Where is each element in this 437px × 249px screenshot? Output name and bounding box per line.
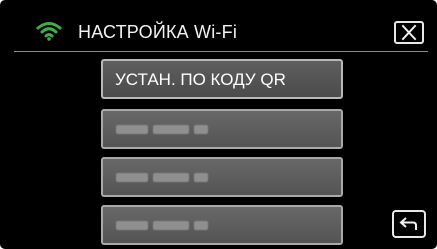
obscured-label [116, 125, 208, 134]
wifi-setup-screen: НАСТРОЙКА Wi-Fi УСТАН. ПО КОДУ QR [0, 0, 437, 249]
obscured-label [116, 173, 208, 182]
menu-item-obscured-2[interactable] [101, 157, 343, 197]
menu-item-label: УСТАН. ПО КОДУ QR [115, 70, 286, 89]
header-divider [14, 51, 428, 52]
obscured-label [116, 221, 208, 230]
back-button[interactable] [392, 210, 426, 238]
qr-setup-button[interactable]: УСТАН. ПО КОДУ QR [101, 59, 343, 99]
page-title: НАСТРОЙКА Wi-Fi [78, 22, 238, 42]
close-button[interactable] [394, 21, 424, 44]
header-bar: НАСТРОЙКА Wi-Fi [0, 0, 437, 50]
wifi-icon [36, 21, 62, 41]
menu-item-obscured-3[interactable] [101, 205, 343, 245]
menu-item-obscured-1[interactable] [101, 109, 343, 149]
